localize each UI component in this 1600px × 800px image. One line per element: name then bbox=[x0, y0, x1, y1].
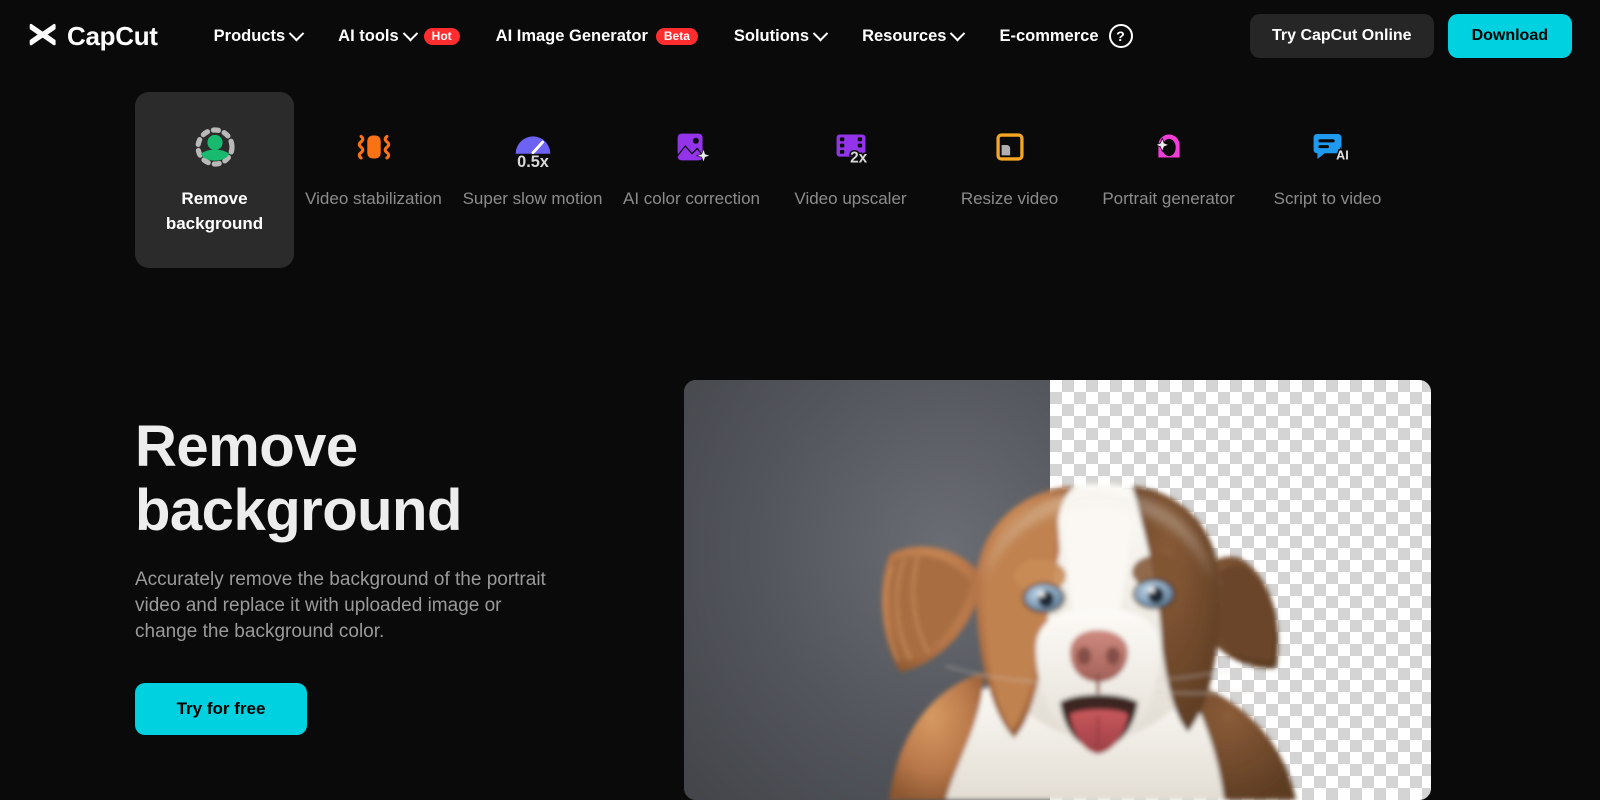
nav-label-solutions: Solutions bbox=[733, 26, 810, 45]
resize-frame-icon bbox=[985, 122, 1035, 172]
tool-selector-strip: Remove background Video stabilization 0.… bbox=[135, 92, 1465, 268]
chevron-down-icon bbox=[950, 25, 966, 41]
page-title: Remove background bbox=[135, 414, 462, 543]
tool-card-script-to-video[interactable]: AI Script to video bbox=[1248, 92, 1407, 268]
nav-actions: Try CapCut Online Download bbox=[1249, 14, 1572, 58]
tool-card-video-stabilization[interactable]: Video stabilization bbox=[294, 92, 453, 268]
nav-item-resources[interactable]: Resources bbox=[862, 25, 966, 46]
tool-label-super-slow-motion: Super slow motion bbox=[462, 189, 603, 208]
capcut-logo-link[interactable]: CapCut bbox=[28, 21, 158, 52]
svg-text:2x: 2x bbox=[850, 149, 868, 166]
film-strip-2x-icon: 2x bbox=[826, 122, 876, 172]
image-sparkle-icon bbox=[667, 122, 717, 172]
dog-portrait-image bbox=[881, 484, 1296, 800]
primary-nav: Products AI tools Hot AI Image Generator… bbox=[214, 24, 1133, 48]
try-capcut-online-button[interactable]: Try CapCut Online bbox=[1249, 14, 1434, 58]
tool-card-video-upscaler[interactable]: 2x Video upscaler bbox=[771, 92, 930, 268]
nav-label-resources: Resources bbox=[862, 26, 947, 45]
top-navigation-bar: CapCut Products AI tools Hot AI Image Ge… bbox=[0, 0, 1600, 72]
speedometer-0-5x-icon: 0.5x bbox=[508, 122, 558, 172]
nav-item-solutions[interactable]: Solutions bbox=[733, 25, 829, 46]
download-button[interactable]: Download bbox=[1447, 14, 1572, 58]
nav-label-ecommerce: E-commerce bbox=[999, 26, 1099, 45]
tool-label-remove-background: Remove background bbox=[165, 189, 264, 233]
try-for-free-button[interactable]: Try for free bbox=[135, 683, 307, 735]
nav-label-ai-image-generator: AI Image Generator bbox=[495, 26, 648, 45]
chevron-down-icon bbox=[402, 25, 418, 41]
tool-card-resize-video[interactable]: Resize video bbox=[930, 92, 1089, 268]
nav-label-ai-tools: AI tools bbox=[338, 26, 399, 45]
tool-label-portrait-generator: Portrait generator bbox=[1102, 189, 1235, 208]
nav-item-ecommerce[interactable]: E-commerce bbox=[999, 27, 1098, 46]
tool-label-video-stabilization: Video stabilization bbox=[305, 189, 442, 208]
chevron-down-icon bbox=[812, 25, 829, 41]
tool-card-portrait-generator[interactable]: Portrait generator bbox=[1089, 92, 1248, 268]
tool-label-script-to-video: Script to video bbox=[1273, 189, 1382, 208]
badge-hot: Hot bbox=[423, 27, 460, 45]
portrait-sparkle-icon bbox=[1144, 122, 1194, 172]
nav-item-ai-tools[interactable]: AI tools Hot bbox=[338, 25, 460, 46]
chevron-down-icon bbox=[288, 25, 305, 41]
hero-text-block: Remove background Accurately remove the … bbox=[135, 415, 605, 735]
person-dashed-circle-icon bbox=[190, 122, 240, 172]
tool-card-super-slow-motion[interactable]: 0.5x Super slow motion bbox=[453, 92, 612, 268]
badge-beta: Beta bbox=[655, 27, 698, 45]
hero-media-panel bbox=[684, 380, 1431, 800]
hero-description: Accurately remove the background of the … bbox=[135, 569, 546, 642]
tool-label-ai-color-correction: AI color correction bbox=[623, 189, 760, 208]
help-icon[interactable]: ? bbox=[1108, 24, 1133, 48]
svg-text:AI: AI bbox=[1336, 149, 1349, 163]
script-ai-card-icon: AI bbox=[1303, 122, 1353, 172]
tool-card-remove-background[interactable]: Remove background bbox=[135, 92, 294, 268]
svg-text:0.5x: 0.5x bbox=[517, 153, 549, 171]
tool-card-ai-color-correction[interactable]: AI color correction bbox=[612, 92, 771, 268]
stabilizer-shake-icon bbox=[349, 122, 399, 172]
nav-label-products: Products bbox=[213, 26, 286, 45]
tool-label-video-upscaler: Video upscaler bbox=[794, 189, 907, 208]
nav-item-ai-image-generator[interactable]: AI Image Generator Beta bbox=[496, 27, 698, 46]
capcut-logo-text: CapCut bbox=[67, 20, 158, 51]
capcut-hourglass-logo-icon bbox=[29, 23, 56, 46]
tool-label-resize-video: Resize video bbox=[960, 189, 1059, 208]
nav-item-products[interactable]: Products bbox=[213, 25, 305, 46]
